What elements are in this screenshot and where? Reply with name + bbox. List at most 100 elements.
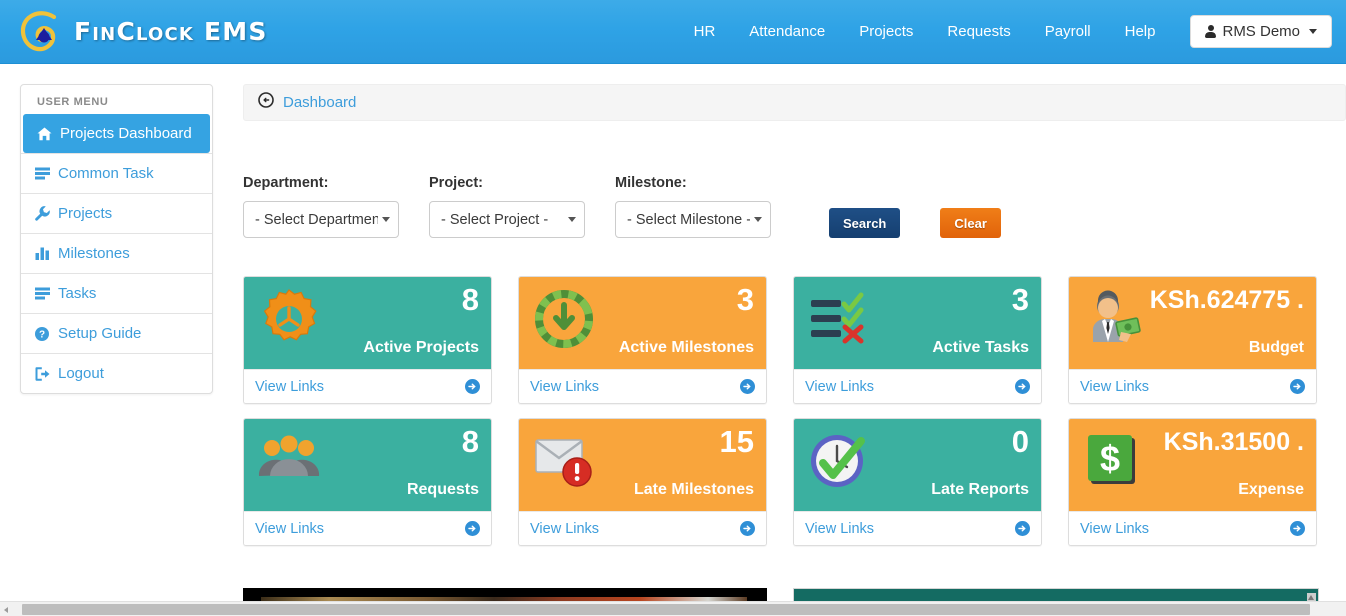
sidebar-item-tasks[interactable]: Tasks: [21, 273, 212, 313]
gear-icon: [256, 286, 322, 352]
arrow-right-icon: [1015, 379, 1030, 394]
card-label: Late Reports: [931, 481, 1029, 498]
nav-projects[interactable]: Projects: [842, 0, 930, 64]
filter-bar: Department: - Select Department - Projec…: [243, 175, 1346, 238]
chevron-down-icon: [568, 217, 576, 222]
card-value: KSh.31500 .: [1163, 428, 1304, 456]
user-menu-button[interactable]: RMS Demo: [1190, 15, 1332, 48]
card-label: Active Projects: [363, 339, 479, 356]
svg-text:?: ?: [39, 329, 45, 340]
project-select[interactable]: - Select Project -: [429, 201, 585, 238]
brand-text: FinClock EMS: [74, 17, 268, 46]
sidebar-title: USER MENU: [37, 96, 109, 108]
breadcrumb-dashboard-link[interactable]: Dashboard: [283, 94, 356, 111]
view-links-button[interactable]: View Links: [794, 369, 1041, 403]
clear-button[interactable]: Clear: [940, 208, 1001, 238]
card-value: 8: [461, 282, 479, 317]
stat-card-late-milestones: 15 Late Milestones View Links: [518, 418, 767, 546]
card-label: Budget: [1248, 339, 1304, 356]
view-links-label: View Links: [255, 378, 325, 395]
card-value: 3: [736, 282, 754, 317]
arrow-right-icon: [1015, 521, 1030, 536]
view-links-button[interactable]: View Links: [1069, 511, 1316, 545]
nav-help[interactable]: Help: [1108, 0, 1173, 64]
sidebar-item-setup-guide[interactable]: ? Setup Guide: [21, 313, 212, 353]
sidebar-item-label: Milestones: [58, 245, 130, 262]
card-value: 0: [1011, 424, 1029, 459]
department-label: Department:: [243, 175, 329, 191]
view-links-button[interactable]: View Links: [519, 369, 766, 403]
card-value: 3: [1011, 282, 1029, 317]
brand[interactable]: FinClock EMS: [14, 0, 268, 64]
top-navbar: FinClock EMS HR Attendance Projects Requ…: [0, 0, 1346, 64]
sidebar-item-projects-dashboard[interactable]: Projects Dashboard: [23, 114, 210, 153]
card-body: 15 Late Milestones: [519, 419, 766, 511]
arrow-right-icon: [1290, 521, 1305, 536]
nav-requests[interactable]: Requests: [930, 0, 1027, 64]
arrow-right-icon: [740, 521, 755, 536]
wrench-icon: [33, 206, 51, 221]
department-select[interactable]: - Select Department -: [243, 201, 399, 238]
view-links-label: View Links: [805, 378, 875, 395]
sidebar-item-label: Projects Dashboard: [60, 125, 192, 142]
clock-download-icon: [531, 286, 597, 352]
dashboard-circle-icon: [258, 92, 274, 113]
card-body: 8 Active Projects: [244, 277, 491, 369]
department-select-value: - Select Department -: [255, 211, 378, 228]
stat-card-expense: $ KSh.31500 . Expense View Links: [1068, 418, 1317, 546]
nav-hr[interactable]: HR: [677, 0, 733, 64]
dollar-sign-icon: $: [1081, 428, 1147, 494]
scroll-left-arrow-icon[interactable]: [4, 607, 8, 613]
group-people-icon: [256, 428, 322, 494]
sidebar-item-label: Projects: [58, 205, 113, 222]
question-circle-icon: ?: [33, 326, 51, 341]
view-links-label: View Links: [255, 520, 325, 537]
milestone-select[interactable]: - Select Milestone -: [615, 201, 771, 238]
project-select-value: - Select Project -: [441, 211, 549, 228]
clock-check-icon: [806, 428, 872, 494]
chevron-down-icon: [382, 217, 390, 222]
view-links-label: View Links: [805, 520, 875, 537]
horizontal-scrollbar-thumb[interactable]: [22, 604, 1310, 615]
card-body: 0 Late Reports: [794, 419, 1041, 511]
view-links-button[interactable]: View Links: [794, 511, 1041, 545]
sidebar-item-label: Tasks: [58, 285, 97, 302]
breadcrumb: Dashboard: [243, 84, 1346, 121]
view-links-label: View Links: [530, 378, 600, 395]
stat-card-row-2: 8 Requests View Links 15 Late Milestones…: [243, 418, 1346, 546]
view-links-button[interactable]: View Links: [244, 369, 491, 403]
main-content: Dashboard Department: - Select Departmen…: [243, 84, 1346, 546]
search-button[interactable]: Search: [829, 208, 901, 238]
stat-card-requests: 8 Requests View Links: [243, 418, 492, 546]
card-value: 15: [719, 424, 754, 459]
sidebar-item-label: Logout: [58, 365, 104, 382]
nav-attendance[interactable]: Attendance: [732, 0, 842, 64]
stat-card-late-reports: 0 Late Reports View Links: [793, 418, 1042, 546]
view-links-label: View Links: [530, 520, 600, 537]
card-label: Active Tasks: [932, 339, 1029, 356]
sidebar-item-projects[interactable]: Projects: [21, 193, 212, 233]
view-links-button[interactable]: View Links: [1069, 369, 1316, 403]
milestone-label: Milestone:: [615, 175, 687, 191]
view-links-button[interactable]: View Links: [519, 511, 766, 545]
card-body: 3 Active Tasks: [794, 277, 1041, 369]
sidebar-item-milestones[interactable]: Milestones: [21, 233, 212, 273]
stat-card-active-projects: 8 Active Projects View Links: [243, 276, 492, 404]
sidebar-item-logout[interactable]: Logout: [21, 353, 212, 393]
card-body: $ KSh.31500 . Expense: [1069, 419, 1316, 511]
chevron-down-icon: [1309, 29, 1317, 34]
nav-payroll[interactable]: Payroll: [1028, 0, 1108, 64]
filter-project: Project: - Select Project -: [429, 175, 585, 238]
card-label: Late Milestones: [633, 481, 754, 498]
horizontal-scrollbar[interactable]: [0, 601, 1346, 616]
chevron-down-icon: [754, 217, 762, 222]
card-value: 8: [461, 424, 479, 459]
filter-milestone: Milestone: - Select Milestone -: [615, 175, 771, 238]
sidebar-item-common-task[interactable]: Common Task: [21, 153, 212, 193]
stat-card-active-milestones: 3 Active Milestones View Links: [518, 276, 767, 404]
view-links-button[interactable]: View Links: [244, 511, 491, 545]
card-body: 8 Requests: [244, 419, 491, 511]
stat-card-budget: KSh.624775 . Budget View Links: [1068, 276, 1317, 404]
arrow-right-icon: [465, 379, 480, 394]
user-menu-label: RMS Demo: [1222, 23, 1300, 40]
